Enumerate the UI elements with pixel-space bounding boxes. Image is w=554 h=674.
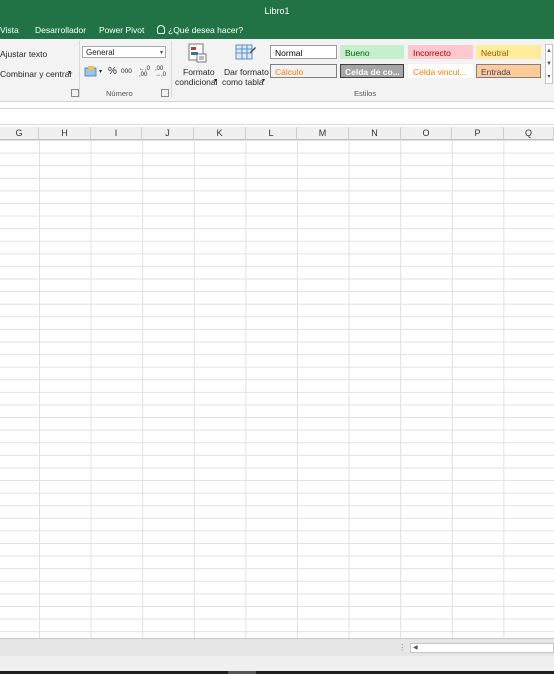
- lightbulb-icon: [157, 25, 165, 34]
- wrap-text-button[interactable]: Ajustar texto: [0, 49, 47, 59]
- style-incorrecto[interactable]: Incorrecto: [408, 45, 473, 59]
- alignment-launcher-icon[interactable]: [71, 89, 79, 97]
- number-format-value: General: [86, 48, 115, 57]
- column-header-l[interactable]: L: [246, 127, 297, 140]
- tell-me-box[interactable]: ¿Qué desea hacer?: [157, 25, 243, 35]
- scroll-down-icon[interactable]: ▼: [546, 58, 552, 71]
- horizontal-scrollbar[interactable]: ◀: [410, 643, 554, 653]
- tell-me-text: ¿Qué desea hacer?: [168, 25, 244, 35]
- column-header-j[interactable]: J: [142, 127, 194, 140]
- status-area: ⋮ ◀: [0, 638, 554, 674]
- column-header-p[interactable]: P: [452, 127, 504, 140]
- percent-button[interactable]: %: [108, 66, 117, 77]
- style-calculo-label: Cálculo: [275, 67, 304, 77]
- styles-gallery-scroll[interactable]: ▲ ▼ ▾: [545, 44, 553, 84]
- number-launcher-icon[interactable]: [161, 89, 169, 97]
- conditional-format-label1[interactable]: Formato: [183, 67, 215, 77]
- number-format-select[interactable]: General ▾: [82, 46, 166, 58]
- style-entrada-label: Entrada: [481, 67, 511, 77]
- group-separator: [171, 41, 172, 97]
- chevron-down-icon[interactable]: ▾: [99, 68, 102, 75]
- style-neutral[interactable]: Neutral: [476, 45, 541, 59]
- style-celda-vinculada-label: Celda vincul...: [413, 67, 467, 77]
- style-bueno-label: Bueno: [345, 48, 370, 58]
- scroll-left-icon[interactable]: ◀: [413, 644, 418, 653]
- style-celda-comprobacion-label: Celda de co...: [345, 67, 400, 77]
- ribbon: Ajustar texto Combinar y centrar ▾ Gener…: [0, 39, 554, 102]
- format-as-table-icon[interactable]: [235, 43, 257, 63]
- title-bar: Libro1: [0, 0, 554, 22]
- style-incorrecto-label: Incorrecto: [413, 48, 451, 58]
- window-title: Libro1: [264, 6, 290, 16]
- column-header-m[interactable]: M: [297, 127, 349, 140]
- group-separator: [79, 41, 80, 97]
- formula-bar[interactable]: [0, 108, 554, 125]
- column-header-i[interactable]: I: [91, 127, 142, 140]
- column-header-q[interactable]: Q: [504, 127, 554, 140]
- conditional-format-icon[interactable]: [187, 43, 209, 63]
- merge-center-button[interactable]: Combinar y centrar: [0, 69, 72, 79]
- format-table-label1[interactable]: Dar formato: [224, 67, 269, 77]
- thousands-button[interactable]: 000: [121, 68, 132, 75]
- accounting-format-icon[interactable]: [84, 66, 100, 78]
- decrease-decimal-button[interactable]: ,00 →,0: [155, 66, 168, 78]
- style-bueno[interactable]: Bueno: [340, 45, 404, 59]
- column-header-n[interactable]: N: [349, 127, 401, 140]
- style-celda-comprobacion[interactable]: Celda de co...: [340, 64, 404, 78]
- style-entrada[interactable]: Entrada: [476, 64, 541, 78]
- column-header-g[interactable]: G: [0, 127, 39, 140]
- format-table-label2[interactable]: como tabla: [222, 77, 264, 87]
- increase-decimal-button[interactable]: ←,0 ,00: [139, 66, 152, 78]
- tab-power-pivot[interactable]: Power Pivot: [99, 25, 144, 35]
- scroll-up-icon[interactable]: ▲: [546, 45, 552, 58]
- column-header-o[interactable]: O: [401, 127, 452, 140]
- chevron-down-icon: ▾: [159, 50, 163, 56]
- chevron-down-icon[interactable]: ▾: [68, 69, 71, 76]
- style-neutral-label: Neutral: [481, 48, 509, 58]
- number-group-label: Número: [106, 89, 133, 98]
- tab-desarrollador[interactable]: Desarrollador: [35, 25, 86, 35]
- style-calculo[interactable]: Cálculo: [270, 64, 337, 78]
- styles-group-label: Estilos: [354, 89, 377, 98]
- conditional-format-label2[interactable]: condicional: [175, 77, 218, 87]
- worksheet-grid[interactable]: G H I J K L M N O P Q: [0, 127, 554, 638]
- chevron-down-icon[interactable]: ▾: [214, 77, 217, 84]
- ribbon-tabs: Vista Desarrollador Power Pivot ¿Qué des…: [0, 22, 554, 39]
- cell-area[interactable]: [0, 140, 554, 638]
- more-styles-icon[interactable]: ▾: [546, 71, 552, 84]
- column-header-h[interactable]: H: [39, 127, 91, 140]
- style-celda-vinculada[interactable]: Celda vincul...: [408, 64, 473, 78]
- column-header-k[interactable]: K: [194, 127, 246, 140]
- sheet-tab-bar: ⋮ ◀: [0, 638, 554, 657]
- splitter-handle-icon[interactable]: ⋮: [398, 642, 407, 653]
- tab-vista[interactable]: Vista: [0, 25, 19, 35]
- style-normal-label: Normal: [275, 48, 303, 58]
- style-normal[interactable]: Normal: [270, 45, 337, 59]
- chevron-down-icon[interactable]: ▾: [262, 77, 265, 84]
